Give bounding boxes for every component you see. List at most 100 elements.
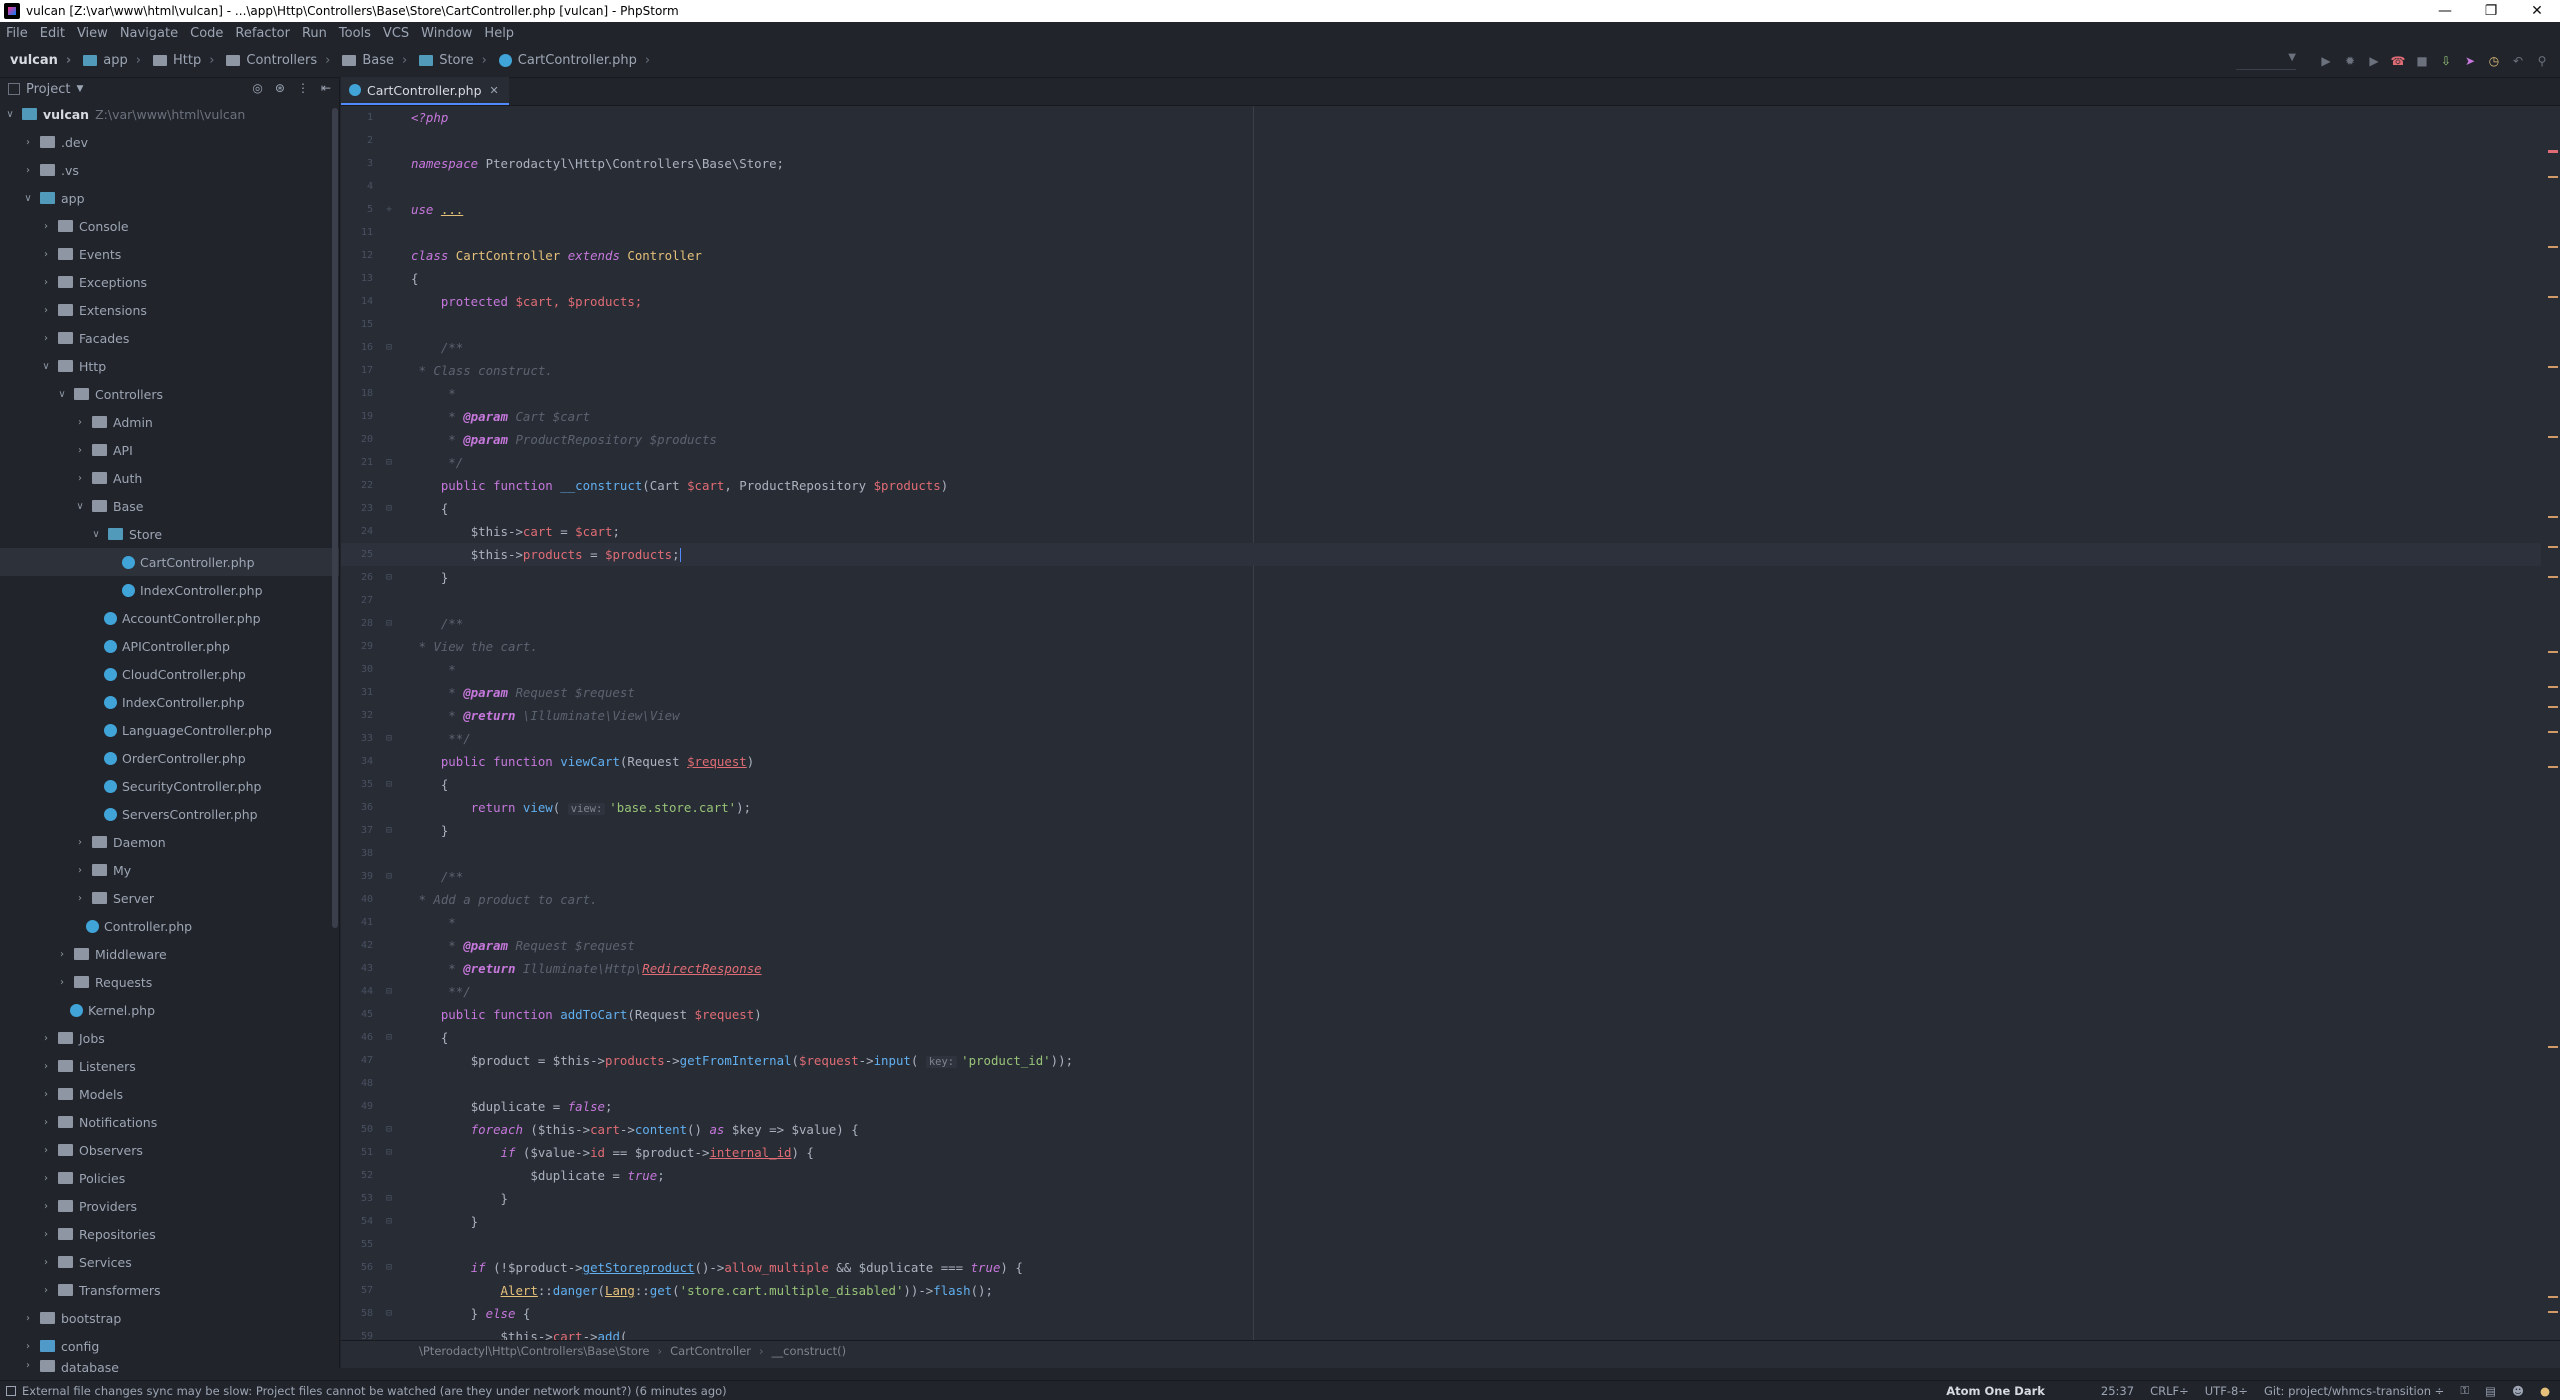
theme-name[interactable]: Atom One Dark: [1946, 1384, 2045, 1398]
tree-item-exceptions[interactable]: › Exceptions: [0, 268, 339, 296]
tree-item-transformers[interactable]: › Transformers: [0, 1276, 339, 1304]
menu-view[interactable]: View: [71, 26, 114, 41]
tree-item-http[interactable]: ∨ Http: [0, 352, 339, 380]
tree-item-notifications[interactable]: › Notifications: [0, 1108, 339, 1136]
editor-breadcrumb-namespace[interactable]: \Pterodactyl\Http\Controllers\Base\Store: [419, 1344, 650, 1358]
tree-item-my[interactable]: › My: [0, 856, 339, 884]
tree-item-base[interactable]: ∨ Base: [0, 492, 339, 520]
error-marker[interactable]: [2548, 150, 2558, 153]
tree-item-apicontroller[interactable]: APIController.php: [0, 632, 339, 660]
breadcrumb-controllers[interactable]: Controllers ›: [218, 53, 334, 68]
tree-item-server[interactable]: › Server: [0, 884, 339, 912]
tree-item-app[interactable]: ∨ app: [0, 184, 339, 212]
tree-item-listeners[interactable]: › Listeners: [0, 1052, 339, 1080]
file-encoding[interactable]: UTF-8÷: [2205, 1384, 2248, 1398]
warning-marker[interactable]: [2548, 766, 2558, 768]
tree-item-ordercontroller[interactable]: OrderController.php: [0, 744, 339, 772]
warning-marker[interactable]: [2548, 731, 2558, 733]
tab-cartcontroller[interactable]: CartController.php ✕: [341, 77, 509, 105]
tree-item-languagecontroller[interactable]: LanguageController.php: [0, 716, 339, 744]
deploy-icon[interactable]: ⇩: [2438, 53, 2454, 69]
breadcrumb-root[interactable]: vulcan ›: [0, 53, 75, 68]
warning-marker[interactable]: [2548, 176, 2558, 178]
tree-item-controller[interactable]: Controller.php: [0, 912, 339, 940]
warning-marker[interactable]: [2548, 1311, 2558, 1313]
git-branch[interactable]: Git: project/whmcs-transition ÷: [2264, 1384, 2444, 1398]
debug-icon[interactable]: ✹: [2342, 53, 2358, 69]
tree-item-serverscontroller[interactable]: ServersController.php: [0, 800, 339, 828]
tree-item-database[interactable]: › database: [0, 1360, 339, 1374]
menu-file[interactable]: File: [0, 26, 34, 41]
hide-panel-icon[interactable]: ⇤: [321, 81, 331, 95]
tree-item-admin[interactable]: › Admin: [0, 408, 339, 436]
run-configuration-select[interactable]: ▼: [2236, 52, 2296, 70]
lock-icon[interactable]: ⚿: [2460, 1383, 2469, 1398]
tree-item-dev[interactable]: › .dev: [0, 128, 339, 156]
chevron-down-icon[interactable]: ▼: [76, 84, 83, 94]
warning-marker[interactable]: [2548, 1046, 2558, 1048]
tree-item-observers[interactable]: › Observers: [0, 1136, 339, 1164]
error-stripe[interactable]: [2546, 106, 2560, 1340]
code-area[interactable]: 1 <?php 2 3 namespace Pterodactyl\Http\Con…: [341, 106, 2560, 1340]
warning-marker[interactable]: [2548, 686, 2558, 688]
status-message[interactable]: External file changes sync may be slow: …: [0, 1384, 1946, 1398]
menu-code[interactable]: Code: [184, 26, 229, 41]
menu-navigate[interactable]: Navigate: [114, 26, 184, 41]
tree-item-console[interactable]: › Console: [0, 212, 339, 240]
warning-marker[interactable]: [2548, 706, 2558, 708]
search-everywhere-icon[interactable]: ⚲: [2534, 53, 2550, 69]
restore-icon[interactable]: ❐: [2468, 0, 2514, 22]
run-icon[interactable]: ▶: [2318, 53, 2334, 69]
breadcrumb-store[interactable]: Store ›: [411, 53, 491, 68]
locate-icon[interactable]: ◎: [252, 81, 262, 95]
more-icon[interactable]: ⋮: [297, 81, 309, 95]
minimize-icon[interactable]: —: [2422, 0, 2468, 22]
tree-item-controllers[interactable]: ∨ Controllers: [0, 380, 339, 408]
caret-position[interactable]: 25:37: [2101, 1384, 2134, 1398]
tree-item-auth[interactable]: › Auth: [0, 464, 339, 492]
memory-indicator-icon[interactable]: ▤: [2485, 1384, 2496, 1398]
menu-edit[interactable]: Edit: [34, 26, 71, 41]
warning-marker[interactable]: [2548, 546, 2558, 548]
inspector-icon[interactable]: ☻: [2512, 1384, 2524, 1398]
tree-item-jobs[interactable]: › Jobs: [0, 1024, 339, 1052]
revert-icon[interactable]: ↶: [2510, 53, 2526, 69]
stop-icon[interactable]: ■: [2414, 53, 2430, 69]
menu-vcs[interactable]: VCS: [377, 26, 415, 41]
tree-item-services[interactable]: › Services: [0, 1248, 339, 1276]
tree-item-accountcontroller[interactable]: AccountController.php: [0, 604, 339, 632]
tree-item-policies[interactable]: › Policies: [0, 1164, 339, 1192]
breadcrumb-file[interactable]: CartController.php ›: [491, 53, 654, 68]
coverage-icon[interactable]: ▶: [2366, 53, 2382, 69]
breadcrumb-app[interactable]: app ›: [75, 53, 145, 68]
listen-debug-icon[interactable]: ☎: [2390, 53, 2406, 69]
menu-refactor[interactable]: Refactor: [229, 26, 296, 41]
menu-window[interactable]: Window: [415, 26, 478, 41]
tree-item-repositories[interactable]: › Repositories: [0, 1220, 339, 1248]
project-panel-title[interactable]: Project: [26, 82, 70, 97]
project-scrollbar[interactable]: [332, 108, 338, 928]
tree-item-bootstrap[interactable]: › bootstrap: [0, 1304, 339, 1332]
tree-item-indexcontroller[interactable]: IndexController.php: [0, 688, 339, 716]
close-tab-icon[interactable]: ✕: [490, 84, 499, 97]
tree-item-store[interactable]: ∨ Store: [0, 520, 339, 548]
line-separator[interactable]: CRLF÷: [2150, 1384, 2189, 1398]
breadcrumb-base[interactable]: Base ›: [334, 53, 411, 68]
history-icon[interactable]: ◷: [2486, 53, 2502, 69]
tree-item-config[interactable]: › config: [0, 1332, 339, 1360]
warning-marker[interactable]: [2548, 366, 2558, 368]
warning-marker[interactable]: [2548, 1296, 2558, 1298]
notifications-icon[interactable]: ●: [2540, 1384, 2550, 1398]
warning-marker[interactable]: [2548, 296, 2558, 298]
close-window-icon[interactable]: ✕: [2514, 0, 2560, 22]
warning-marker[interactable]: [2548, 246, 2558, 248]
menu-run[interactable]: Run: [296, 26, 333, 41]
menu-tools[interactable]: Tools: [333, 26, 377, 41]
tree-item-cloudcontroller[interactable]: CloudController.php: [0, 660, 339, 688]
warning-marker[interactable]: [2548, 436, 2558, 438]
tree-item-store-indexcontroller[interactable]: IndexController.php: [0, 576, 339, 604]
tree-item-vs[interactable]: › .vs: [0, 156, 339, 184]
tree-item-providers[interactable]: › Providers: [0, 1192, 339, 1220]
tree-item-events[interactable]: › Events: [0, 240, 339, 268]
editor-breadcrumb-method[interactable]: __construct(): [772, 1344, 846, 1358]
